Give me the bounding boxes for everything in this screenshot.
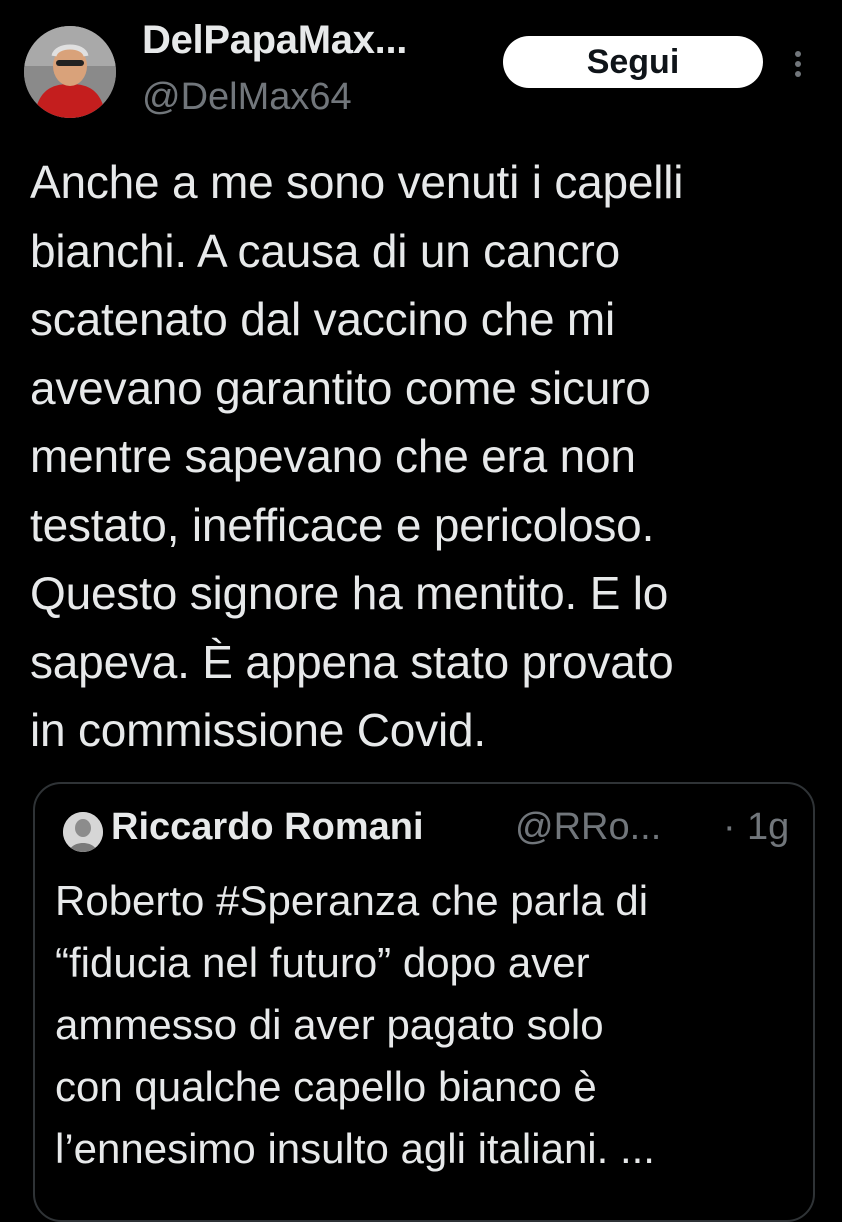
tweet-header: DelPapaMax... @DelMax64 Segui	[0, 0, 842, 140]
author-handle[interactable]: @DelMax64	[142, 76, 352, 119]
author-avatar[interactable]	[24, 26, 116, 118]
more-options-button[interactable]	[786, 44, 810, 84]
user-avatar-icon	[24, 26, 116, 118]
quote-body-text: Roberto #Speranza che parla di “fiducia …	[55, 877, 655, 1172]
quote-author-display-name: Riccardo Romani	[111, 806, 424, 848]
quoted-tweet-card[interactable]: Riccardo Romani @RRo... · 1g Roberto #Sp…	[33, 782, 815, 1222]
quote-meta-separator: ·	[723, 806, 736, 848]
quote-timestamp: 1g	[747, 806, 790, 848]
user-avatar-icon	[63, 812, 103, 852]
author-display-name[interactable]: DelPapaMax...	[142, 18, 407, 63]
quote-author-avatar	[63, 812, 103, 852]
more-vertical-icon	[795, 51, 801, 77]
tweet-body-text: Anche a me sono venuti i capelli bianchi…	[30, 156, 684, 756]
follow-button[interactable]: Segui	[503, 36, 763, 88]
quote-author-handle: @RRo...	[515, 806, 662, 848]
